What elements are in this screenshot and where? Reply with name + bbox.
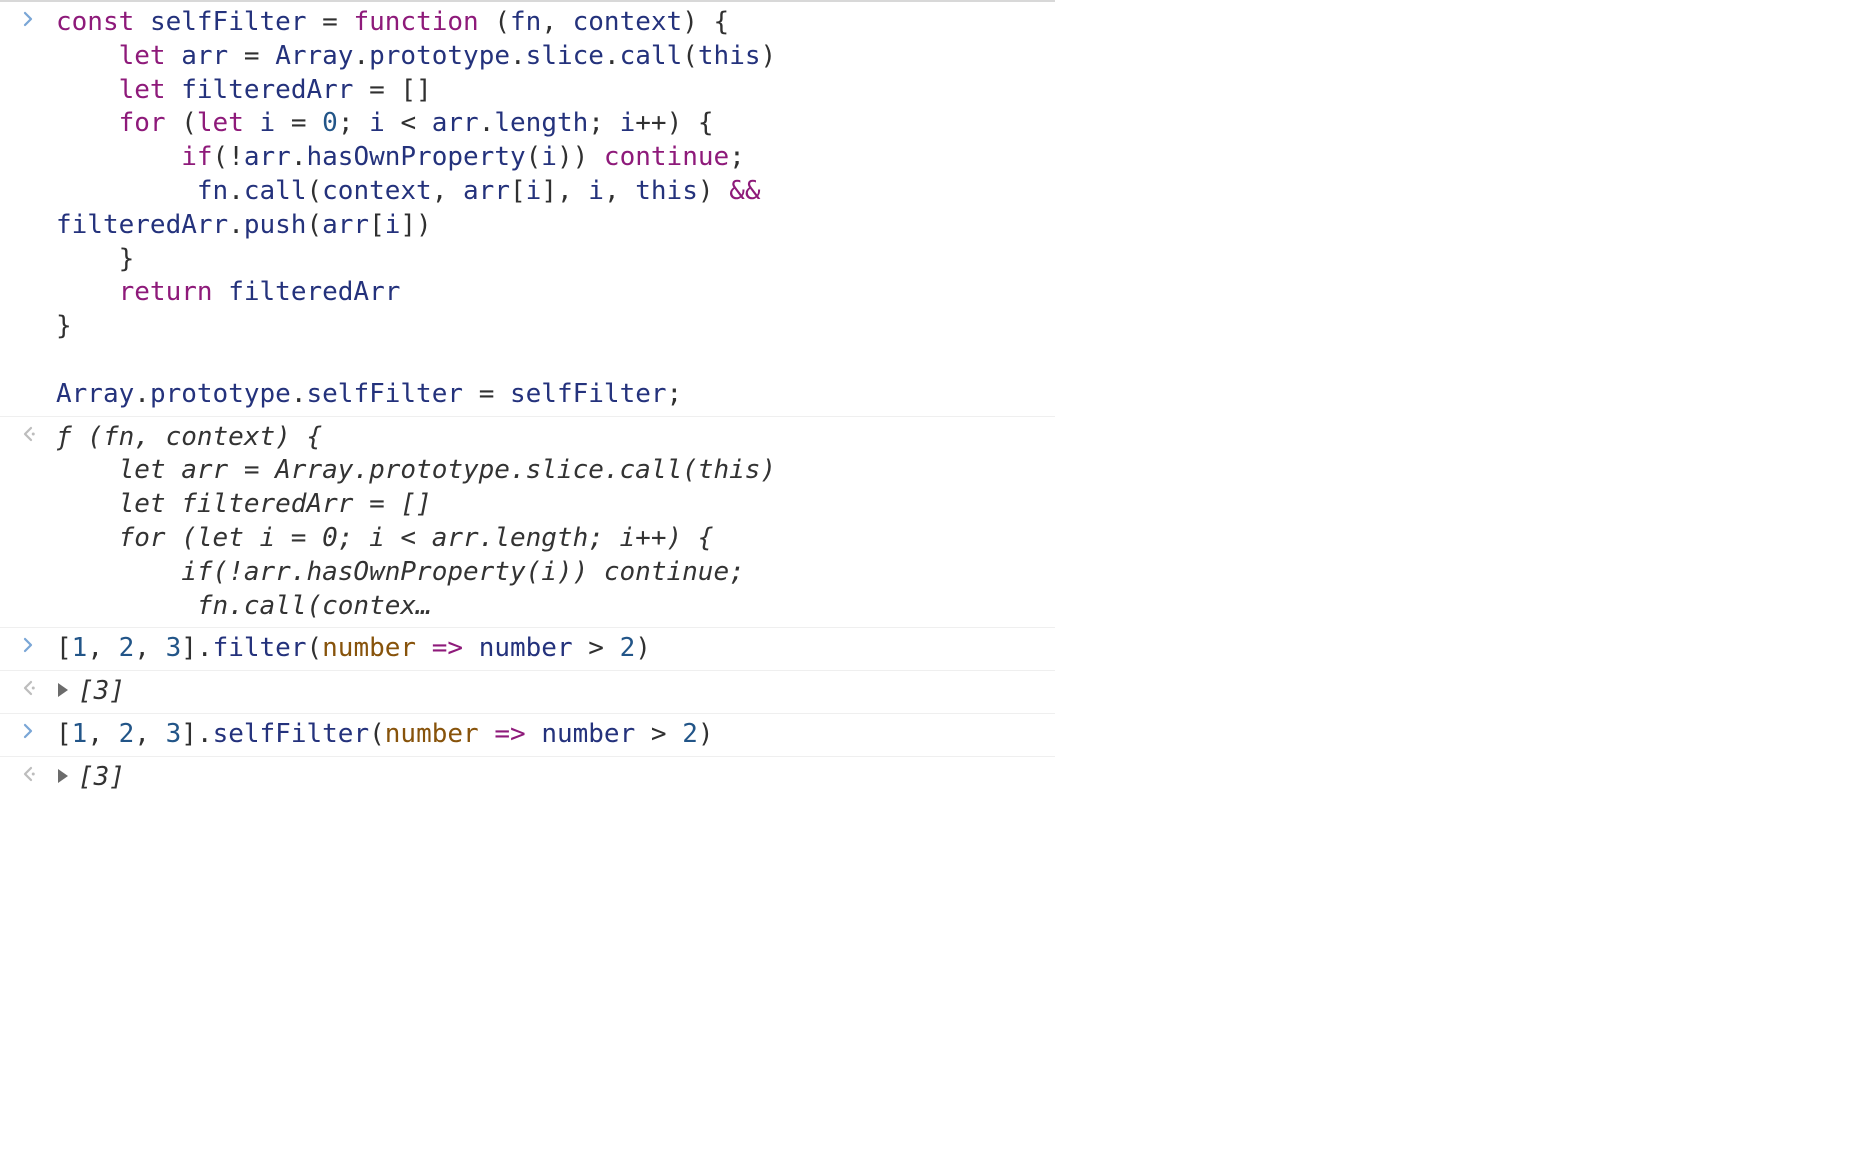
console-log: const selfFilter = function (fn, context… [0,0,1055,799]
disclosure-triangle-icon[interactable] [58,683,68,697]
console-input-entry: [1, 2, 3].filter(number => number > 2) [0,627,1055,670]
input-prompt-icon [0,6,56,28]
output-prompt-icon [0,675,56,697]
output-prompt-icon [0,761,56,783]
console-output-entry: [3] [0,670,1055,713]
input-prompt-icon [0,718,56,740]
input-prompt-icon [0,632,56,654]
console-output-entry: ƒ (fn, context) { let arr = Array.protot… [0,416,1055,628]
code-content[interactable]: const selfFilter = function (fn, context… [56,6,1055,412]
code-content[interactable]: [1, 2, 3].selfFilter(number => number > … [56,718,1055,752]
code-content: [3] [56,675,1055,709]
code-content: [3] [56,761,1055,795]
console-input-entry: [1, 2, 3].selfFilter(number => number > … [0,713,1055,756]
code-content: ƒ (fn, context) { let arr = Array.protot… [56,421,1055,624]
console-output-entry: [3] [0,756,1055,799]
console-input-entry: const selfFilter = function (fn, context… [0,0,1055,416]
disclosure-triangle-icon[interactable] [58,769,68,783]
output-prompt-icon [0,421,56,443]
code-content[interactable]: [1, 2, 3].filter(number => number > 2) [56,632,1055,666]
